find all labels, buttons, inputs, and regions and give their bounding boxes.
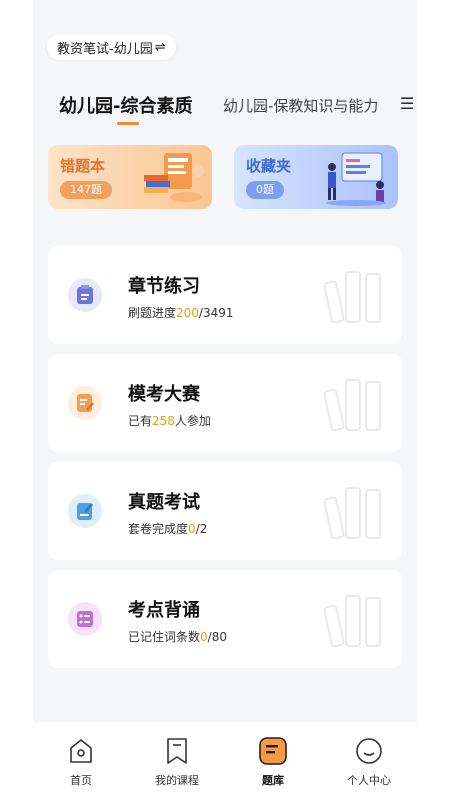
pen-paper-icon — [68, 494, 102, 528]
books-watermark-icon — [323, 595, 381, 648]
subject-tabs: 幼儿园-综合素质 幼儿园-保教知识与能力 — [59, 92, 417, 132]
wrong-questions-title: 错题本 — [60, 157, 106, 175]
list-item-chapter-practice[interactable]: 章节练习 刷题进度200/3491 — [48, 246, 402, 344]
completion-suffix: /2 — [195, 522, 208, 536]
list-item-progress: 刷题进度200/3491 — [128, 304, 234, 321]
memorized-value: 0 — [200, 630, 208, 644]
menu-icon[interactable]: ☰ — [397, 94, 417, 114]
edit-icon — [68, 386, 102, 420]
tab-care-education[interactable]: 幼儿园-保教知识与能力 — [223, 95, 378, 116]
tab-question-bank[interactable]: 题库 — [225, 722, 321, 800]
books-watermark-icon — [323, 379, 381, 432]
list-item-title: 模考大赛 — [128, 384, 200, 405]
list-item-title: 考点背诵 — [128, 600, 200, 621]
progress-suffix: /3491 — [198, 306, 234, 320]
list-item-past-exams[interactable]: 真题考试 套卷完成度0/2 — [48, 462, 402, 560]
participants-value: 258 — [152, 414, 175, 428]
memorized-prefix: 已记住词条数 — [128, 630, 201, 644]
home-icon — [70, 739, 92, 763]
tab-home-label: 首页 — [70, 774, 92, 787]
books-illustration-icon — [144, 153, 204, 202]
list-item-title: 真题考试 — [128, 492, 200, 513]
participants-prefix: 已有 — [128, 414, 153, 428]
wrong-questions-card[interactable]: 错题本 147题 — [48, 145, 212, 209]
completion-prefix: 套卷完成度 — [128, 522, 189, 536]
favorites-card[interactable]: 收藏夹 0题 — [234, 145, 398, 209]
books-watermark-icon — [323, 487, 381, 540]
progress-value: 200 — [176, 306, 199, 320]
books-watermark-icon — [323, 271, 381, 324]
tab-profile[interactable]: 个人中心 — [321, 722, 417, 800]
list-item-key-points[interactable]: 考点背诵 已记住词条数0/80 — [48, 570, 402, 668]
exam-switcher[interactable]: 教资笔试-幼儿园 ⇌ — [47, 34, 176, 60]
question-bank-icon — [259, 737, 287, 765]
exam-label: 教资笔试-幼儿园 — [57, 41, 153, 57]
tab-my-courses[interactable]: 我的课程 — [129, 722, 225, 800]
bottom-tab-bar: 首页 我的课程 题库 个人中心 — [33, 722, 417, 800]
checklist-icon — [68, 602, 102, 636]
completion-value: 0 — [188, 522, 196, 536]
list-item-memorized: 已记住词条数0/80 — [128, 628, 227, 645]
tab-my-courses-label: 我的课程 — [155, 774, 199, 787]
list-item-participants: 已有258人参加 — [128, 412, 211, 429]
bookmark-icon — [167, 738, 187, 764]
memorized-suffix: /80 — [207, 630, 227, 644]
list-item-title: 章节练习 — [128, 276, 200, 297]
tab-active-indicator — [117, 122, 139, 125]
favorites-title: 收藏夹 — [246, 157, 292, 175]
participants-suffix: 人参加 — [174, 414, 211, 428]
clipboard-icon — [68, 278, 102, 312]
tab-home[interactable]: 首页 — [33, 722, 129, 800]
app-screen: 教资笔试-幼儿园 ⇌ 幼儿园-综合素质 幼儿园-保教知识与能力 ☰ 错题本 14… — [33, 0, 417, 800]
list-item-completion: 套卷完成度0/2 — [128, 520, 207, 537]
progress-prefix: 刷题进度 — [128, 306, 177, 320]
wrong-questions-count: 147题 — [60, 181, 112, 199]
people-illustration-icon — [326, 152, 386, 206]
switch-icon: ⇌ — [154, 39, 166, 55]
tab-comprehensive[interactable]: 幼儿园-综合素质 — [59, 92, 192, 118]
tab-profile-label: 个人中心 — [347, 774, 391, 787]
list-item-mock-contest[interactable]: 模考大赛 已有258人参加 — [48, 354, 402, 452]
tab-question-bank-label: 题库 — [262, 774, 284, 787]
smile-icon — [356, 738, 382, 764]
favorites-count: 0题 — [246, 181, 284, 199]
